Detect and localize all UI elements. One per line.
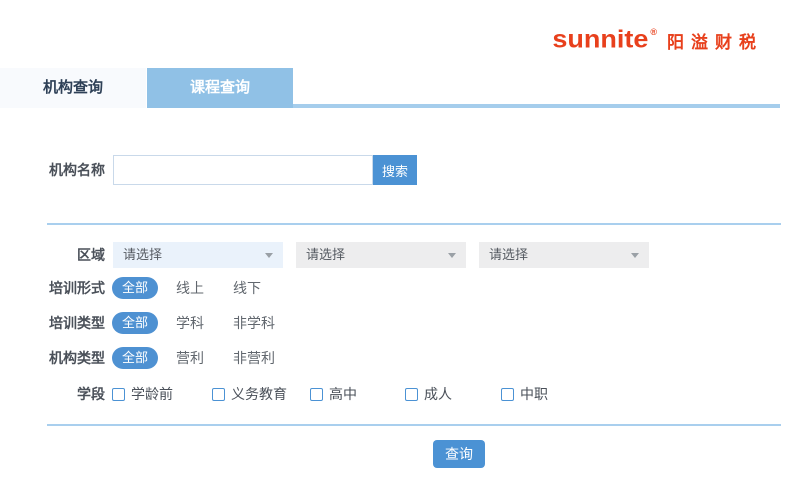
org-type-option-profit[interactable]: 营利 [176, 347, 204, 369]
tab-bar: 机构查询 课程查询 [0, 68, 800, 108]
training-form-label: 培训形式 [0, 277, 105, 299]
logo-chinese-name: 阳溢财税 [667, 34, 763, 53]
stage-checkbox-vocational[interactable]: 中职 [501, 386, 548, 403]
checkbox-icon[interactable] [405, 388, 418, 401]
search-button[interactable]: 搜索 [373, 155, 417, 185]
divider-top [47, 223, 781, 225]
institution-name-label: 机构名称 [0, 155, 105, 185]
org-type-option-nonprofit[interactable]: 非营利 [233, 347, 275, 369]
region-select-district-value: 请选择 [489, 247, 528, 262]
divider-bottom [47, 424, 781, 426]
training-form-option-offline[interactable]: 线下 [233, 277, 261, 299]
org-type-option-all[interactable]: 全部 [112, 347, 158, 369]
chevron-down-icon [631, 253, 639, 258]
stage-checkbox-highschool[interactable]: 高中 [310, 386, 357, 403]
checkbox-icon[interactable] [310, 388, 323, 401]
checkbox-icon[interactable] [212, 388, 225, 401]
training-type-label: 培训类型 [0, 312, 105, 334]
institution-name-input[interactable] [113, 155, 373, 185]
query-button[interactable]: 查询 [433, 440, 485, 468]
stage-checkbox-preschool[interactable]: 学龄前 [112, 386, 173, 403]
stage-checkbox-compulsory[interactable]: 义务教育 [212, 386, 287, 403]
region-select-province-value: 请选择 [123, 247, 162, 262]
page: sunnite ® 阳溢财税 机构查询 课程查询 机构名称 搜索 区域 请选择 … [0, 0, 800, 496]
stage-checkbox-adult[interactable]: 成人 [405, 386, 452, 403]
tab-course-query[interactable]: 课程查询 [147, 68, 293, 108]
region-label: 区域 [0, 242, 105, 268]
training-type-option-nonsubject[interactable]: 非学科 [233, 312, 275, 334]
stage-label: 学段 [0, 386, 105, 403]
region-select-city[interactable]: 请选择 [296, 242, 466, 268]
region-row: 区域 请选择 请选择 请选择 [0, 242, 800, 268]
region-select-district[interactable]: 请选择 [479, 242, 649, 268]
training-type-option-subject[interactable]: 学科 [176, 312, 204, 334]
chevron-down-icon [265, 253, 273, 258]
training-type-option-all[interactable]: 全部 [112, 312, 158, 334]
checkbox-icon[interactable] [501, 388, 514, 401]
checkbox-icon[interactable] [112, 388, 125, 401]
brand-logo: sunnite ® 阳溢财税 [552, 26, 763, 53]
tab-institution-query[interactable]: 机构查询 [0, 68, 146, 108]
tab-underline [293, 104, 780, 108]
training-form-option-all[interactable]: 全部 [112, 277, 158, 299]
institution-name-row: 机构名称 搜索 [0, 155, 800, 185]
training-type-row: 培训类型 全部 学科 非学科 [0, 312, 800, 334]
training-form-option-online[interactable]: 线上 [176, 277, 204, 299]
logo-wordmark: sunnite [552, 27, 648, 52]
org-type-row: 机构类型 全部 营利 非营利 [0, 347, 800, 369]
chevron-down-icon [448, 253, 456, 258]
training-form-row: 培训形式 全部 线上 线下 [0, 277, 800, 299]
org-type-label: 机构类型 [0, 347, 105, 369]
registered-trademark-icon: ® [650, 27, 657, 37]
region-select-province[interactable]: 请选择 [113, 242, 283, 268]
stage-row: 学段 学龄前 义务教育 高中 成人 中职 [0, 386, 800, 403]
region-select-city-value: 请选择 [306, 247, 345, 262]
